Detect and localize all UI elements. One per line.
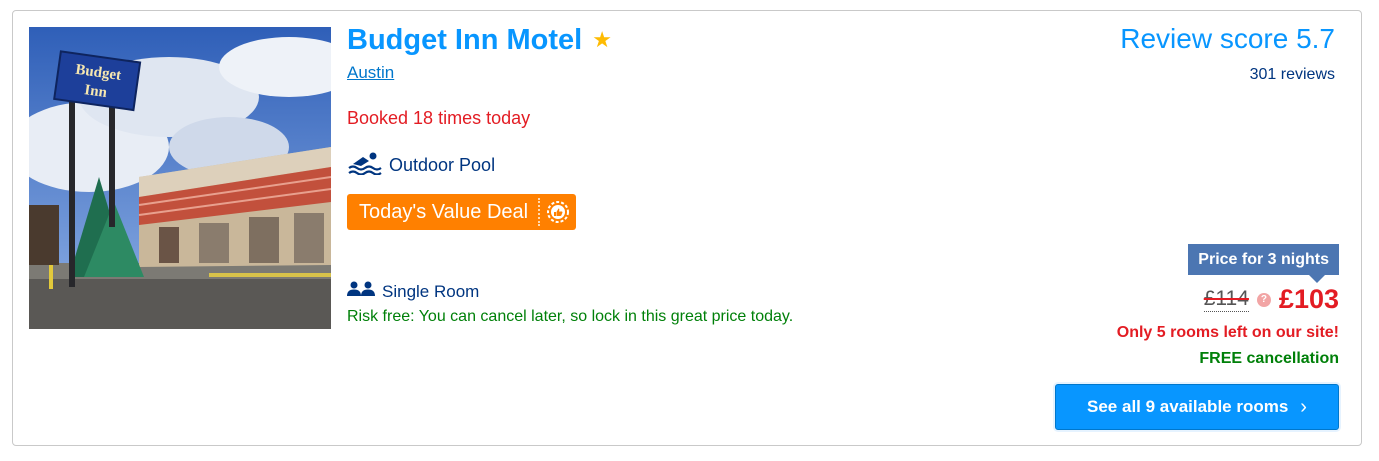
see-available-rooms-label: See all 9 available rooms [1087, 397, 1289, 416]
hotel-photo[interactable]: Budget Inn [29, 27, 331, 329]
hotel-result-card: Budget Inn Budget Inn Motel ★ Austin Boo… [12, 10, 1362, 446]
review-count: 301 reviews [1249, 66, 1335, 83]
persons-icon [347, 281, 375, 302]
old-price: £114 [1203, 287, 1249, 312]
booked-today-text: Booked 18 times today [347, 108, 531, 128]
facility-label: Outdoor Pool [389, 155, 496, 175]
free-cancellation-label: FREE cancellation [1199, 350, 1339, 367]
current-price: £103 [1278, 284, 1339, 314]
rooms-left-warning: Only 5 rooms left on our site! [1116, 324, 1339, 341]
sign-text-line2: Inn [83, 82, 108, 101]
thumbs-up-badge-icon [540, 194, 576, 230]
price-row: £114 ? £103 [1203, 284, 1339, 315]
room-type-label: Single Room [382, 281, 480, 301]
hotel-title-row: Budget Inn Motel ★ [347, 23, 612, 57]
price-info-icon[interactable]: ? [1256, 292, 1271, 307]
star-icon: ★ [592, 27, 612, 52]
hotel-photo-image: Budget Inn [29, 27, 331, 329]
value-deal-badge[interactable]: Today's Value Deal [347, 194, 577, 230]
city-link[interactable]: Austin [347, 63, 394, 83]
price-nights-label: Price for 3 nights [1188, 244, 1339, 283]
room-type-row: Single Room [347, 281, 479, 302]
facility-outdoor-pool: Outdoor Pool [347, 151, 495, 180]
review-score[interactable]: Review score 5.7 [1120, 23, 1335, 55]
swimming-icon [347, 151, 383, 180]
value-deal-label: Today's Value Deal [359, 200, 529, 223]
chevron-right-icon: › [1300, 395, 1307, 418]
see-available-rooms-button[interactable]: See all 9 available rooms › [1055, 384, 1339, 430]
risk-free-text: Risk free: You can cancel later, so lock… [347, 308, 794, 325]
hotel-name-link[interactable]: Budget Inn Motel [347, 23, 582, 57]
